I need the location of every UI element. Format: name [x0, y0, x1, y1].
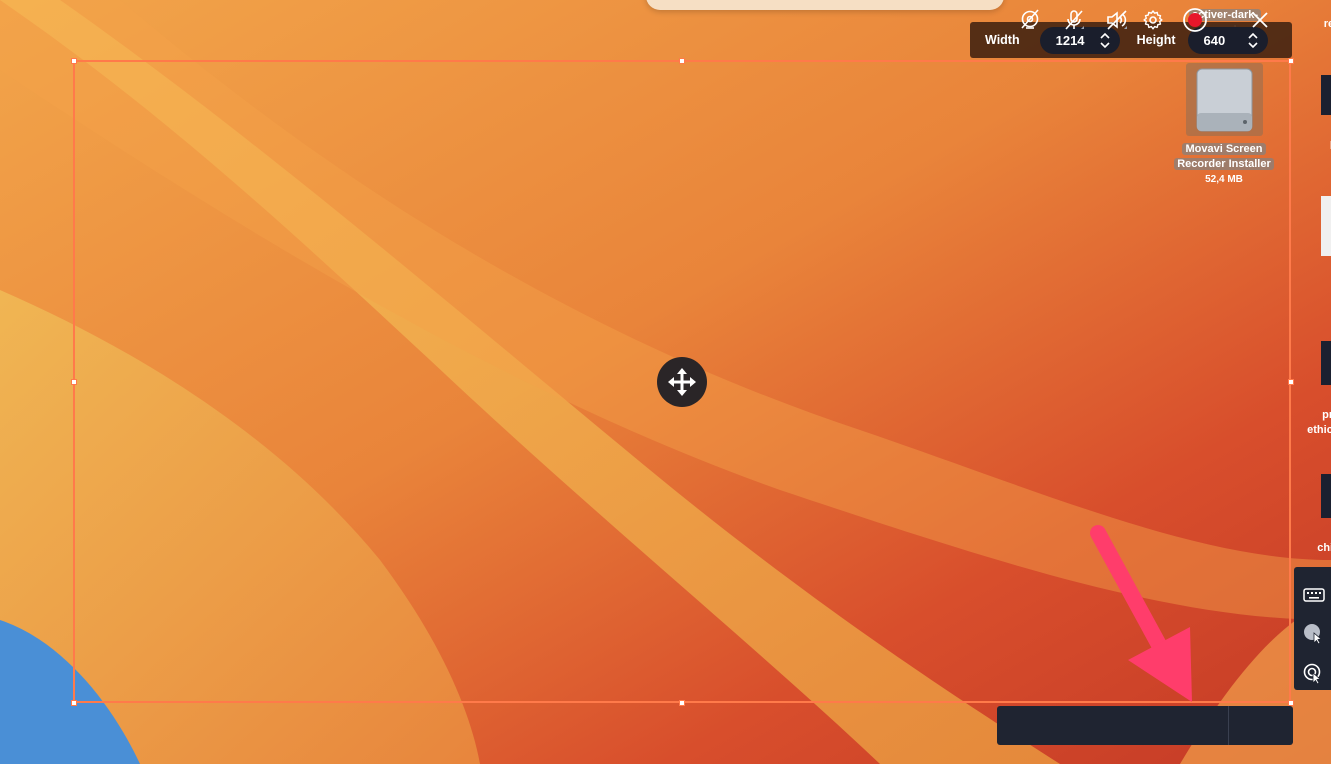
- webcam-off-icon: [1021, 9, 1039, 29]
- toolbar-divider: [1228, 706, 1229, 745]
- close-button[interactable]: [1247, 7, 1273, 33]
- side-label: chif: [1317, 542, 1331, 554]
- recording-toolbar: [997, 706, 1293, 745]
- desktop-thumbnail[interactable]: [1321, 196, 1331, 256]
- settings-button[interactable]: [1140, 7, 1166, 33]
- click-effect-button[interactable]: [1302, 662, 1326, 686]
- click-effect-icon: [1303, 663, 1321, 685]
- keyboard-icon: [1303, 588, 1325, 602]
- microphone-toggle-button[interactable]: [1061, 7, 1087, 33]
- resize-handle-left[interactable]: [71, 379, 77, 385]
- height-value: 640: [1203, 32, 1226, 48]
- mouse-highlight-button[interactable]: [1302, 622, 1326, 646]
- desktop-thumbnail[interactable]: [1321, 75, 1331, 115]
- speaker-off-icon: [1107, 10, 1127, 30]
- side-label: rec: [1323, 18, 1331, 30]
- side-label: ethic: [1307, 424, 1331, 436]
- webcam-toggle-button[interactable]: [1017, 7, 1043, 33]
- top-notch-panel: [646, 0, 1004, 10]
- resize-handle-top-right[interactable]: [1288, 58, 1294, 64]
- width-value: 1214: [1055, 32, 1085, 48]
- close-icon: [1252, 12, 1268, 28]
- desktop-thumbnail[interactable]: [1321, 474, 1331, 518]
- move-selection-button[interactable]: [657, 357, 707, 407]
- resize-handle-top[interactable]: [679, 58, 685, 64]
- resize-handle-bottom-left[interactable]: [71, 700, 77, 706]
- keyboard-button[interactable]: [1302, 583, 1326, 607]
- system-audio-toggle-button[interactable]: [1104, 7, 1130, 33]
- resize-handle-right[interactable]: [1288, 379, 1294, 385]
- move-icon: [668, 368, 696, 396]
- side-label: m: [1320, 2, 1331, 17]
- width-stepper-icon[interactable]: [1100, 32, 1110, 49]
- mic-off-icon: [1065, 10, 1084, 30]
- mouse-highlight-icon: [1304, 624, 1322, 645]
- effects-toolbar: [1294, 567, 1331, 690]
- record-icon: [1183, 8, 1207, 32]
- desktop-thumbnail[interactable]: [1321, 341, 1331, 385]
- side-label: pro: [1322, 409, 1331, 421]
- side-label: ha: [1317, 289, 1331, 304]
- resize-handle-top-left[interactable]: [71, 58, 77, 64]
- width-label: Width: [985, 33, 1020, 47]
- height-stepper-icon[interactable]: [1247, 32, 1258, 49]
- height-label: Height: [1136, 33, 1176, 47]
- record-button[interactable]: [1182, 7, 1208, 33]
- side-label: ka: [1316, 139, 1331, 154]
- gear-icon: [1143, 10, 1163, 30]
- resize-handle-bottom[interactable]: [679, 700, 685, 706]
